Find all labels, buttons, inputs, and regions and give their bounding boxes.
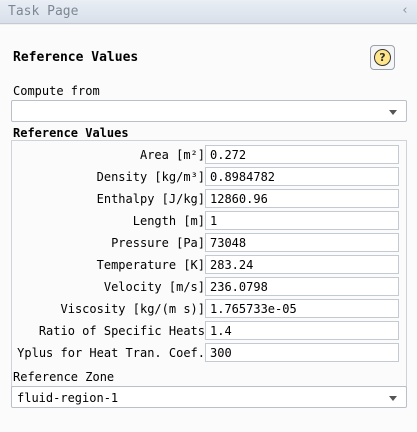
yplus-input[interactable]: 300 (205, 343, 399, 362)
reference-zone-value: fluid-region-1 (17, 391, 119, 405)
chevron-down-icon (389, 396, 397, 401)
reference-row-length: Length [m] 1 (12, 210, 408, 232)
pressure-label: Pressure [Pa] (111, 236, 205, 250)
task-page-titlebar: Task Page ‹ (0, 0, 417, 24)
reference-row-specific-heats: Ratio of Specific Heats 1.4 (12, 320, 408, 342)
collapse-icon[interactable]: ‹ (401, 3, 409, 18)
compute-from-dropdown[interactable] (11, 100, 407, 122)
specific-heats-input[interactable]: 1.4 (205, 321, 399, 340)
reference-row-pressure: Pressure [Pa] 73048 (12, 232, 408, 254)
reference-row-area: Area [m²] 0.272 (12, 144, 408, 166)
yplus-label: Yplus for Heat Tran. Coef. (17, 346, 205, 360)
temperature-label: Temperature [K] (96, 258, 205, 272)
reference-values-panel: Reference Values ? Compute from Referenc… (0, 25, 417, 432)
reference-row-velocity: Velocity [m/s] 236.0798 (12, 276, 408, 298)
chevron-down-icon (389, 110, 397, 115)
temperature-input[interactable]: 283.24 (205, 255, 399, 274)
reference-zone-dropdown[interactable]: fluid-region-1 (11, 386, 407, 408)
area-input[interactable]: 0.272 (205, 145, 399, 164)
task-page-title: Task Page (8, 4, 79, 19)
length-label: Length [m] (132, 214, 205, 228)
reference-row-enthalpy: Enthalpy [J/kg] 12860.96 (12, 188, 408, 210)
reference-values-group-label: Reference Values (13, 126, 129, 140)
length-input[interactable]: 1 (205, 211, 399, 230)
viscosity-input[interactable]: 1.765733e-05 (205, 299, 399, 318)
enthalpy-label: Enthalpy [J/kg] (96, 192, 205, 206)
reference-row-yplus: Yplus for Heat Tran. Coef. 300 (12, 342, 408, 364)
reference-row-viscosity: Viscosity [kg/(m s)] 1.765733e-05 (12, 298, 408, 320)
panel-heading: Reference Values (13, 50, 139, 65)
velocity-input[interactable]: 236.0798 (205, 277, 399, 296)
compute-from-label: Compute from (13, 84, 100, 98)
help-icon: ? (374, 49, 391, 66)
velocity-label: Velocity [m/s] (103, 280, 205, 294)
density-label: Density [kg/m³] (96, 170, 205, 184)
reference-row-density: Density [kg/m³] 0.8984782 (12, 166, 408, 188)
area-label: Area [m²] (139, 148, 205, 162)
reference-values-group: Area [m²] 0.272 Density [kg/m³] 0.898478… (11, 140, 407, 391)
density-input[interactable]: 0.8984782 (205, 167, 399, 186)
specific-heats-label: Ratio of Specific Heats (38, 324, 205, 338)
reference-zone-label: Reference Zone (13, 370, 115, 384)
enthalpy-input[interactable]: 12860.96 (205, 189, 399, 208)
help-button[interactable]: ? (370, 45, 395, 70)
viscosity-label: Viscosity [kg/(m s)] (60, 302, 206, 316)
pressure-input[interactable]: 73048 (205, 233, 399, 252)
reference-row-temperature: Temperature [K] 283.24 (12, 254, 408, 276)
